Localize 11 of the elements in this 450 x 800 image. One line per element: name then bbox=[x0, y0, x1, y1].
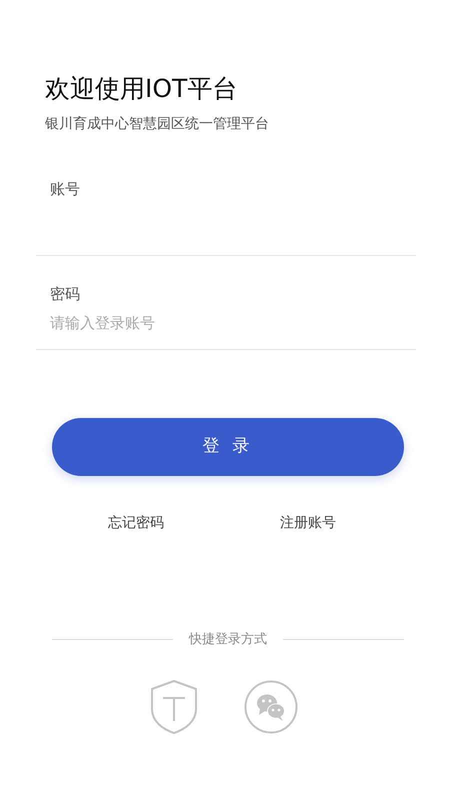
field-label: 密码 bbox=[50, 284, 80, 305]
section-label: 快捷登录方式 bbox=[189, 630, 267, 648]
page-subtitle: 银川育成中心智慧园区统一管理平台 bbox=[45, 115, 270, 134]
login-button[interactable]: 登 录 bbox=[52, 418, 404, 476]
field-label: 账号 bbox=[50, 179, 80, 200]
page-title: 欢迎使用IOT平台 bbox=[45, 74, 238, 104]
input-field[interactable]: 请输入登录账号 bbox=[50, 306, 416, 340]
register-link[interactable]: 注册账号 bbox=[280, 512, 336, 534]
chat-icon[interactable] bbox=[244, 679, 298, 735]
shield-icon[interactable] bbox=[150, 679, 198, 735]
forgot-password-link[interactable]: 忘记密码 bbox=[108, 512, 164, 534]
